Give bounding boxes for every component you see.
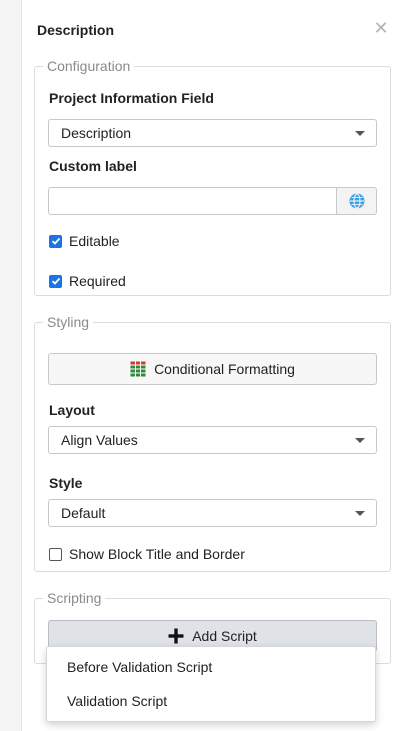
left-rail: [0, 0, 22, 731]
custom-label-input[interactable]: [48, 187, 337, 215]
configuration-legend: Configuration: [47, 58, 131, 74]
project-field-select[interactable]: Description: [48, 119, 377, 147]
panel-header: Description ✕: [22, 0, 393, 58]
panel-title: Description: [37, 22, 115, 38]
editable-checkbox[interactable]: Editable: [49, 233, 120, 249]
layout-value: Align Values: [61, 432, 138, 448]
project-field-label: Project Information Field: [49, 90, 214, 106]
checkbox-checked-icon[interactable]: [49, 274, 62, 288]
style-value: Default: [61, 505, 106, 521]
chevron-down-icon: [355, 131, 365, 136]
chevron-down-icon: [355, 438, 365, 443]
editable-label: Editable: [69, 233, 120, 249]
conditional-formatting-label: Conditional Formatting: [154, 361, 295, 377]
show-title-label: Show Block Title and Border: [69, 546, 245, 562]
add-script-label: Add Script: [192, 628, 257, 644]
style-label: Style: [49, 475, 83, 491]
close-button[interactable]: ✕: [373, 18, 389, 38]
menu-item-before-validation-script[interactable]: Before Validation Script: [67, 659, 212, 675]
required-label: Required: [69, 273, 126, 289]
scripting-legend: Scripting: [47, 590, 102, 606]
chevron-down-icon: [355, 511, 365, 516]
styling-legend: Styling: [47, 314, 90, 330]
style-select[interactable]: Default: [48, 499, 377, 527]
custom-label-label: Custom label: [49, 158, 137, 174]
project-field-value: Description: [61, 125, 132, 141]
rail-divider: [21, 0, 22, 731]
menu-item-validation-script[interactable]: Validation Script: [67, 693, 167, 709]
layout-select[interactable]: Align Values: [48, 426, 377, 454]
styling-group: Styling Conditional Formatting Layout Al…: [34, 314, 391, 572]
checkbox-checked-icon[interactable]: [49, 234, 62, 248]
close-icon[interactable]: ✕: [373, 18, 388, 38]
required-checkbox[interactable]: Required: [49, 273, 126, 289]
translate-button[interactable]: [336, 187, 377, 215]
spreadsheet-icon: [130, 361, 146, 377]
checkbox-unchecked-icon[interactable]: [49, 547, 62, 561]
globe-icon: [349, 193, 364, 209]
configuration-group: Configuration Project Information Field …: [34, 58, 391, 296]
add-script-menu: Before Validation Script Validation Scri…: [46, 646, 376, 722]
plus-icon: [168, 628, 184, 644]
conditional-formatting-button[interactable]: Conditional Formatting: [48, 353, 377, 385]
layout-label: Layout: [49, 402, 95, 418]
show-title-checkbox[interactable]: Show Block Title and Border: [49, 546, 245, 562]
